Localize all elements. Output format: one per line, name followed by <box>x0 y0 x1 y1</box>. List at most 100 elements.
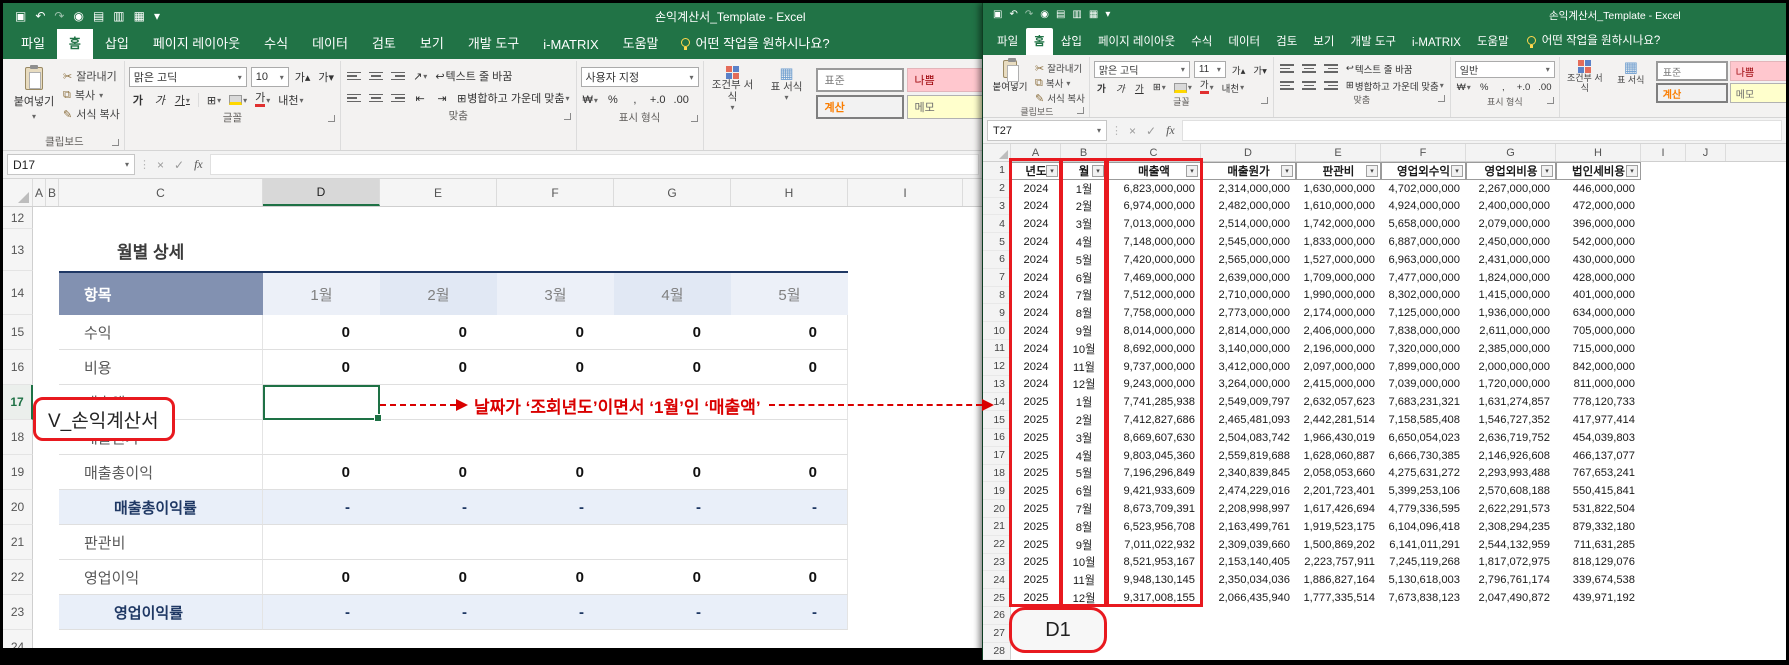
cell-cogs[interactable]: 2,314,000,000 <box>1201 180 1296 198</box>
value-cell[interactable]: 0 <box>614 350 731 385</box>
row-header[interactable]: 16 <box>983 429 1011 447</box>
cell-tax[interactable]: 550,415,841 <box>1556 482 1641 500</box>
value-cell[interactable]: 0 <box>497 455 614 490</box>
save-icon[interactable]: ▣ <box>15 10 26 22</box>
empty-cell[interactable] <box>1686 482 1726 500</box>
ribbon-tab[interactable]: 보기 <box>408 27 456 59</box>
row-label-cell[interactable]: 판관비 <box>59 525 263 560</box>
row-header[interactable]: 24 <box>3 630 33 648</box>
value-cell[interactable]: 0 <box>380 455 497 490</box>
percent-format-button[interactable]: % <box>1477 80 1492 95</box>
empty-cell[interactable] <box>1686 571 1726 589</box>
cell-cogs[interactable]: 2,474,229,016 <box>1201 482 1296 500</box>
cell-cogs[interactable]: 2,504,083,742 <box>1201 429 1296 447</box>
value-cell[interactable] <box>380 420 497 455</box>
row-header[interactable]: 6 <box>983 251 1011 269</box>
empty-cell[interactable] <box>1641 198 1686 216</box>
row-header[interactable]: 16 <box>3 350 33 385</box>
table-header-month[interactable]: 4월 <box>614 271 731 315</box>
cell-nonop-income[interactable]: 7,899,000,000 <box>1381 358 1466 376</box>
cell-tax[interactable] <box>1556 625 1641 643</box>
value-cell[interactable]: 0 <box>497 560 614 595</box>
paste-picture-icon[interactable]: ▤ <box>93 10 104 22</box>
row-label-cell[interactable]: 매출총이익률 <box>59 490 263 525</box>
empty-cell[interactable] <box>1641 607 1686 625</box>
cell-tax[interactable]: 428,000,000 <box>1556 269 1641 287</box>
tell-me-search[interactable]: 어떤 작업을 원하시나요? <box>1517 26 1671 55</box>
cell-nonop-expense[interactable]: 2,570,608,188 <box>1466 482 1556 500</box>
row-label-cell[interactable]: 영업이익률 <box>59 595 263 630</box>
cell-nonop-expense[interactable]: 1,824,000,000 <box>1466 269 1556 287</box>
value-cell[interactable]: 0 <box>731 560 848 595</box>
paste-window-icon[interactable]: ▦ <box>1089 10 1098 20</box>
value-cell[interactable]: 0 <box>731 350 848 385</box>
cell-sga[interactable]: 1,527,000,000 <box>1296 251 1381 269</box>
cell-sga[interactable]: 2,415,000,000 <box>1296 376 1381 394</box>
save-icon[interactable]: ▣ <box>993 10 1002 20</box>
empty-cell[interactable] <box>1641 482 1686 500</box>
empty-cell[interactable] <box>1641 251 1686 269</box>
row-header[interactable]: 21 <box>3 525 33 560</box>
align-top-button[interactable] <box>345 67 363 85</box>
row-label-cell[interactable]: 비용 <box>59 350 263 385</box>
grow-font-button[interactable]: 가▴ <box>1230 62 1248 77</box>
column-header[interactable]: I <box>848 179 963 206</box>
currency-format-button[interactable]: ₩▾ <box>1455 80 1473 95</box>
style-calculation[interactable]: 계산 <box>1656 83 1728 103</box>
column-header[interactable]: G <box>614 179 731 206</box>
cell-nonop-expense[interactable]: 2,636,719,752 <box>1466 429 1556 447</box>
align-buttons[interactable] <box>1278 78 1296 93</box>
filter-icon[interactable]: ▾ <box>1366 165 1378 177</box>
cell-sga[interactable]: 1,610,000,000 <box>1296 198 1381 216</box>
align-right-button[interactable] <box>389 89 407 107</box>
comma-format-button[interactable]: , <box>626 91 644 109</box>
filter-icon[interactable]: ▾ <box>1451 165 1463 177</box>
currency-format-button[interactable]: ₩▾ <box>581 91 600 109</box>
font-color-button[interactable]: 가▾ <box>1198 80 1216 95</box>
column-header[interactable]: E <box>380 179 497 206</box>
cell-tax[interactable]: 454,039,803 <box>1556 429 1641 447</box>
cell-tax[interactable]: 439,971,192 <box>1556 589 1641 607</box>
copy-button[interactable]: ⧉복사▾ <box>1035 76 1085 90</box>
cell-cogs[interactable]: 2,565,000,000 <box>1201 251 1296 269</box>
font-name-select[interactable]: 맑은 고딕▾ <box>129 67 247 87</box>
empty-cell[interactable] <box>1686 215 1726 233</box>
row-header[interactable]: 12 <box>3 207 33 229</box>
enter-icon[interactable]: ✓ <box>1143 124 1159 138</box>
cell-nonop-expense[interactable]: 2,267,000,000 <box>1466 180 1556 198</box>
ribbon-tab[interactable]: 수식 <box>252 27 300 59</box>
cell-tax[interactable]: 879,332,180 <box>1556 518 1641 536</box>
cell-cogs[interactable]: 2,514,000,000 <box>1201 215 1296 233</box>
ribbon-tab[interactable]: 도움말 <box>611 27 671 59</box>
value-cell[interactable]: 0 <box>614 455 731 490</box>
align-buttons[interactable] <box>1300 61 1318 76</box>
row-header[interactable]: 20 <box>983 500 1011 518</box>
font-size-select[interactable]: 11▾ <box>1194 61 1226 78</box>
value-cell[interactable]: - <box>731 595 848 630</box>
cell-cogs[interactable]: 2,340,839,845 <box>1201 465 1296 483</box>
empty-cell[interactable] <box>1641 571 1686 589</box>
column-header[interactable]: F <box>497 179 614 206</box>
row-header[interactable]: 13 <box>983 376 1011 394</box>
header-sga[interactable]: 판관비▾ <box>1296 162 1381 180</box>
empty-cell[interactable] <box>1686 518 1726 536</box>
empty-cell[interactable] <box>1686 180 1726 198</box>
empty-cell[interactable] <box>1641 429 1686 447</box>
value-cell[interactable]: 0 <box>614 560 731 595</box>
cell-nonop-expense[interactable] <box>1466 625 1556 643</box>
cell-nonop-expense[interactable]: 2,000,000,000 <box>1466 358 1556 376</box>
ribbon-tab[interactable]: 보기 <box>1305 28 1342 55</box>
empty-cell[interactable] <box>1686 198 1726 216</box>
cell-sga[interactable]: 2,058,053,660 <box>1296 465 1381 483</box>
copy-window-icon[interactable]: ▥ <box>1072 10 1081 20</box>
cell-sga[interactable]: 1,709,000,000 <box>1296 269 1381 287</box>
row-header[interactable]: 27 <box>983 625 1011 643</box>
style-normal[interactable]: 표준 <box>816 68 904 92</box>
cell-tax[interactable]: 705,000,000 <box>1556 322 1641 340</box>
copy-button[interactable]: ⧉복사▾ <box>63 87 120 103</box>
empty-cells[interactable] <box>33 630 983 648</box>
cell-nonop-income[interactable]: 7,673,838,123 <box>1381 589 1466 607</box>
header-nonop-expense[interactable]: 영업외비용▾ <box>1466 162 1556 180</box>
redo-icon[interactable]: ↷ <box>1025 10 1033 20</box>
cell-nonop-income[interactable]: 4,702,000,000 <box>1381 180 1466 198</box>
